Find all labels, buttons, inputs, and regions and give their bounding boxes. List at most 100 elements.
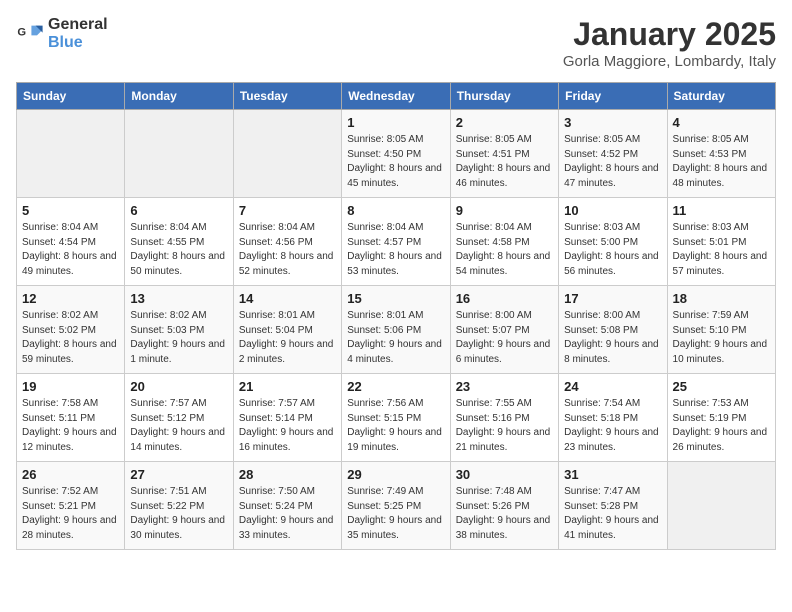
calendar-cell [233,110,341,198]
day-number: 20 [130,379,227,394]
calendar-cell: 2 Sunrise: 8:05 AMSunset: 4:51 PMDaylight… [450,110,558,198]
day-number: 30 [456,467,553,482]
calendar-cell: 23Sunrise: 7:55 AMSunset: 5:16 PMDayligh… [450,374,558,462]
day-info: Sunrise: 7:55 AMSunset: 5:16 PMDaylight:… [456,397,553,455]
calendar-title: January 2025 [563,16,776,53]
day-number: 31 [564,467,661,482]
day-info: Sunrise: 8:04 AMSunset: 4:56 PMDaylight:… [239,221,336,279]
day-info: Sunrise: 8:01 AMSunset: 5:06 PMDaylight:… [347,309,444,367]
day-info: Sunrise: 8:00 AMSunset: 5:08 PMDaylight:… [564,309,661,367]
calendar-cell: 16Sunrise: 8:00 AMSunset: 5:07 PMDayligh… [450,286,558,374]
calendar-cell [667,462,775,550]
day-info: Sunrise: 8:05 AMSunset: 4:51 PMDaylight:… [456,133,553,191]
calendar-cell: 12Sunrise: 8:02 AMSunset: 5:02 PMDayligh… [17,286,125,374]
calendar-cell [125,110,233,198]
day-info: Sunrise: 7:57 AMSunset: 5:12 PMDaylight:… [130,397,227,455]
calendar-week-row: 5Sunrise: 8:04 AMSunset: 4:54 PMDaylight… [17,198,776,286]
weekday-header-friday: Friday [559,83,667,110]
day-number: 22 [347,379,444,394]
calendar-cell: 6Sunrise: 8:04 AMSunset: 4:55 PMDaylight… [125,198,233,286]
day-info: Sunrise: 8:05 AMSunset: 4:53 PMDaylight:… [673,133,770,191]
calendar-cell: 3 Sunrise: 8:05 AMSunset: 4:52 PMDaylight… [559,110,667,198]
day-info: Sunrise: 7:57 AMSunset: 5:14 PMDaylight:… [239,397,336,455]
calendar-cell: 18 Sunrise: 7:59 AMSunset: 5:10 PMDayligh… [667,286,775,374]
calendar-cell: 29 Sunrise: 7:49 AMSunset: 5:25 PMDayligh… [342,462,450,550]
day-info: Sunrise: 8:03 AMSunset: 5:00 PMDaylight:… [564,221,661,279]
day-info: Sunrise: 8:02 AMSunset: 5:03 PMDaylight:… [130,309,227,367]
calendar-cell: 10Sunrise: 8:03 AMSunset: 5:00 PMDayligh… [559,198,667,286]
day-number: 29 [347,467,444,482]
day-number: 19 [22,379,119,394]
day-number: 24 [564,379,661,394]
svg-text:G: G [17,26,26,38]
calendar-table: SundayMondayTuesdayWednesdayThursdayFrid… [16,82,776,550]
weekday-header-saturday: Saturday [667,83,775,110]
logo-icon: G [16,20,44,48]
day-info: Sunrise: 8:04 AMSunset: 4:57 PMDaylight:… [347,221,444,279]
day-number: 12 [22,291,119,306]
day-number: 1 [347,115,444,130]
calendar-cell: 11 Sunrise: 8:03 AMSunset: 5:01 PMDayligh… [667,198,775,286]
day-info: Sunrise: 8:04 AMSunset: 4:55 PMDaylight:… [130,221,227,279]
day-info: Sunrise: 7:51 AMSunset: 5:22 PMDaylight:… [130,485,227,543]
day-info: Sunrise: 7:58 AMSunset: 5:11 PMDaylight:… [22,397,119,455]
logo: G General Blue [16,16,108,51]
calendar-cell: 27 Sunrise: 7:51 AMSunset: 5:22 PMDayligh… [125,462,233,550]
weekday-header-sunday: Sunday [17,83,125,110]
day-info: Sunrise: 7:48 AMSunset: 5:26 PMDaylight:… [456,485,553,543]
calendar-week-row: 12Sunrise: 8:02 AMSunset: 5:02 PMDayligh… [17,286,776,374]
day-number: 18 [673,291,770,306]
title-section: January 2025 Gorla Maggiore, Lombardy, I… [563,16,776,70]
calendar-cell: 5Sunrise: 8:04 AMSunset: 4:54 PMDaylight… [17,198,125,286]
day-number: 27 [130,467,227,482]
calendar-cell: 24 Sunrise: 7:54 AMSunset: 5:18 PMDayligh… [559,374,667,462]
day-info: Sunrise: 8:03 AMSunset: 5:01 PMDaylight:… [673,221,770,279]
calendar-week-row: 26Sunrise: 7:52 AMSunset: 5:21 PMDayligh… [17,462,776,550]
weekday-header-wednesday: Wednesday [342,83,450,110]
day-info: Sunrise: 7:47 AMSunset: 5:28 PMDaylight:… [564,485,661,543]
weekday-header-thursday: Thursday [450,83,558,110]
day-info: Sunrise: 7:53 AMSunset: 5:19 PMDaylight:… [673,397,770,455]
day-info: Sunrise: 7:52 AMSunset: 5:21 PMDaylight:… [22,485,119,543]
day-number: 2 [456,115,553,130]
calendar-cell [17,110,125,198]
calendar-cell: 15 Sunrise: 8:01 AMSunset: 5:06 PMDayligh… [342,286,450,374]
day-number: 9 [456,203,553,218]
calendar-cell: 8Sunrise: 8:04 AMSunset: 4:57 PMDaylight… [342,198,450,286]
calendar-cell: 26Sunrise: 7:52 AMSunset: 5:21 PMDayligh… [17,462,125,550]
day-info: Sunrise: 8:04 AMSunset: 4:58 PMDaylight:… [456,221,553,279]
calendar-body: 1 Sunrise: 8:05 AMSunset: 4:50 PMDaylight… [17,110,776,550]
calendar-cell: 17Sunrise: 8:00 AMSunset: 5:08 PMDayligh… [559,286,667,374]
logo-text: General Blue [48,16,108,51]
day-info: Sunrise: 7:49 AMSunset: 5:25 PMDaylight:… [347,485,444,543]
day-info: Sunrise: 7:59 AMSunset: 5:10 PMDaylight:… [673,309,770,367]
calendar-cell: 9 Sunrise: 8:04 AMSunset: 4:58 PMDaylight… [450,198,558,286]
weekday-header-tuesday: Tuesday [233,83,341,110]
day-number: 4 [673,115,770,130]
calendar-cell: 7Sunrise: 8:04 AMSunset: 4:56 PMDaylight… [233,198,341,286]
day-number: 28 [239,467,336,482]
day-number: 15 [347,291,444,306]
calendar-cell: 31 Sunrise: 7:47 AMSunset: 5:28 PMDayligh… [559,462,667,550]
day-info: Sunrise: 7:54 AMSunset: 5:18 PMDaylight:… [564,397,661,455]
logo-general: General [48,16,108,33]
calendar-cell: 22 Sunrise: 7:56 AMSunset: 5:15 PMDayligh… [342,374,450,462]
calendar-cell: 1 Sunrise: 8:05 AMSunset: 4:50 PMDaylight… [342,110,450,198]
day-number: 5 [22,203,119,218]
day-info: Sunrise: 8:00 AMSunset: 5:07 PMDaylight:… [456,309,553,367]
day-info: Sunrise: 8:05 AMSunset: 4:50 PMDaylight:… [347,133,444,191]
day-info: Sunrise: 7:50 AMSunset: 5:24 PMDaylight:… [239,485,336,543]
day-number: 11 [673,203,770,218]
day-number: 21 [239,379,336,394]
day-info: Sunrise: 7:56 AMSunset: 5:15 PMDaylight:… [347,397,444,455]
calendar-week-row: 1 Sunrise: 8:05 AMSunset: 4:50 PMDaylight… [17,110,776,198]
calendar-cell: 30 Sunrise: 7:48 AMSunset: 5:26 PMDayligh… [450,462,558,550]
calendar-cell: 20 Sunrise: 7:57 AMSunset: 5:12 PMDayligh… [125,374,233,462]
calendar-cell: 4 Sunrise: 8:05 AMSunset: 4:53 PMDaylight… [667,110,775,198]
day-info: Sunrise: 8:05 AMSunset: 4:52 PMDaylight:… [564,133,661,191]
weekday-header-row: SundayMondayTuesdayWednesdayThursdayFrid… [17,83,776,110]
weekday-header-monday: Monday [125,83,233,110]
day-number: 3 [564,115,661,130]
day-info: Sunrise: 8:01 AMSunset: 5:04 PMDaylight:… [239,309,336,367]
calendar-cell: 19 Sunrise: 7:58 AMSunset: 5:11 PMDayligh… [17,374,125,462]
